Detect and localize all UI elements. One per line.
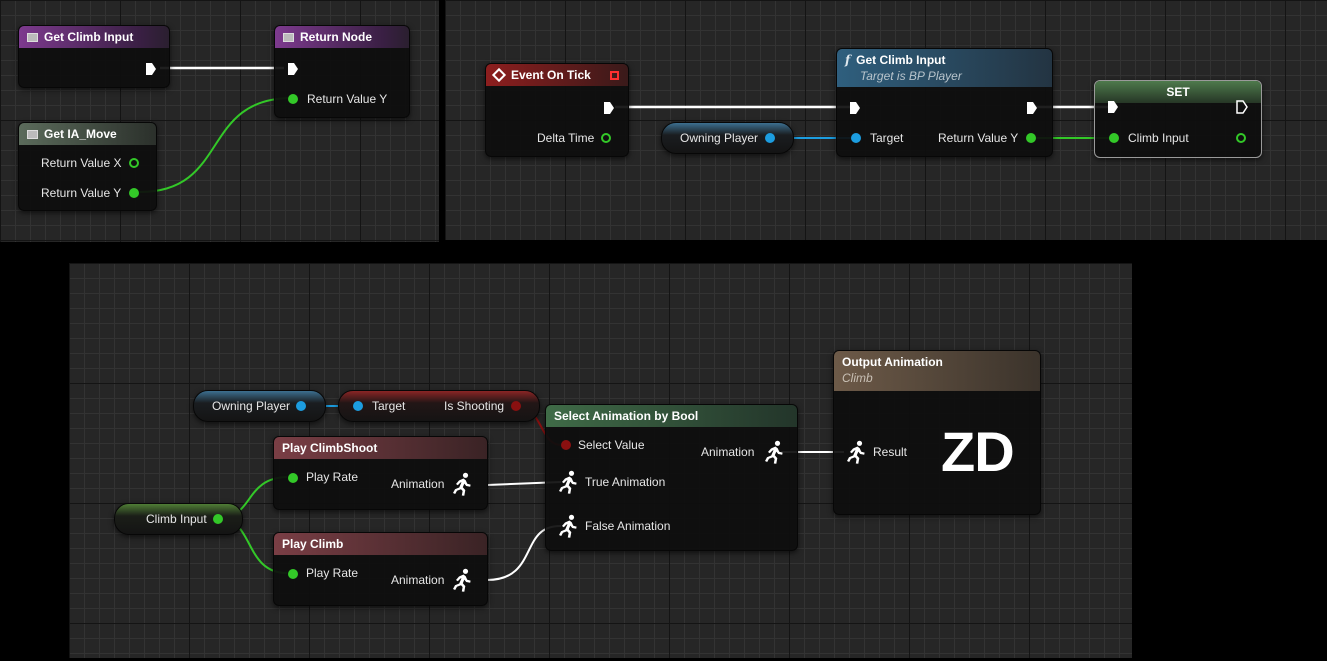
pin-label-false-animation: False Animation [585,519,671,533]
stop-icon [610,71,619,80]
climb-input-in-pin[interactable] [1109,133,1119,143]
false-animation-pin-icon[interactable] [556,513,580,539]
graph-panel-anim-graph[interactable]: Owning Player Target Is Shooting Play Cl… [69,263,1132,658]
node-title: Play ClimbShoot [282,441,378,455]
true-animation-pin-icon[interactable] [556,469,580,495]
node-title: Select Animation by Bool [554,409,699,423]
animation-pin-icon[interactable] [450,567,474,593]
node-title: Play Climb [282,537,344,551]
event-icon [491,67,507,83]
zd-logo: ZD [941,420,1015,483]
graph-panel-get-climb-input[interactable]: Get Climb Input Return Node Return Value… [0,0,439,242]
return-value-y-pin[interactable] [129,188,139,198]
exec-in-pin[interactable] [1107,100,1119,114]
node-get-ia-move[interactable]: Get IA_Move Return Value X Return Value … [18,122,157,211]
node-get-climb-input[interactable]: Get Climb Input [18,25,170,88]
node-title: Get IA_Move [44,127,117,141]
node-play-climb[interactable]: Play Climb Play Rate Animation [273,532,488,606]
is-shooting-pin[interactable] [511,401,521,411]
play-rate-pin[interactable] [288,569,298,579]
pin-label-climb-input: Climb Input [1128,131,1189,145]
node-subtitle: Target is BP Player [860,69,962,83]
return-value-y-pin[interactable] [288,94,298,104]
pin-label-is-shooting: Is Shooting [444,399,505,413]
return-value-y-pin[interactable] [1026,133,1036,143]
node-title: Get Climb Input [856,53,946,67]
variable-climb-input[interactable]: Climb Input [114,503,243,535]
pin-label-return-value-y: Return Value Y [307,92,388,106]
function-icon [27,33,38,42]
exec-out-pin[interactable] [145,62,157,76]
pin-label-animation: Animation [391,477,445,491]
exec-out-pin[interactable] [1026,101,1038,115]
target-pin[interactable] [851,133,861,143]
return-value-x-pin[interactable] [129,158,139,168]
result-animation-pin-icon[interactable] [844,439,868,465]
exec-out-pin[interactable] [1236,100,1248,114]
target-pin[interactable] [353,401,363,411]
node-title: Output Animation [842,355,943,369]
exec-in-pin[interactable] [849,101,861,115]
pin-label-target: Target [372,399,406,413]
climb-input-out-pin[interactable] [213,514,223,524]
pin-label-delta-time: Delta Time [537,131,595,145]
pin-label-play-rate: Play Rate [306,470,359,484]
pin-label-true-animation: True Animation [585,475,666,489]
select-value-pin[interactable] [561,440,571,450]
play-rate-pin[interactable] [288,473,298,483]
node-get-climb-input-target[interactable]: f Get Climb Input Target is BP Player Targ… [836,48,1053,157]
node-play-climbshoot[interactable]: Play ClimbShoot Play Rate Animation [273,436,488,510]
animation-pin-icon[interactable] [450,471,474,497]
pin-label-return-value-y: Return Value Y [938,131,1019,145]
node-get-is-shooting[interactable]: Target Is Shooting [338,390,540,422]
node-output-animation[interactable]: Output Animation Climb Result ZD [833,350,1041,515]
node-title: Get Climb Input [44,30,134,44]
animation-pin-icon[interactable] [762,439,786,465]
variable-label: Climb Input [146,512,207,526]
variable-label: Owning Player [680,131,759,145]
graph-panel-event-tick[interactable]: Event On Tick Delta Time Owning Player f… [445,0,1327,240]
function-icon [283,33,294,42]
variable-owning-player[interactable]: Owning Player [193,390,326,422]
delta-time-pin[interactable] [601,133,611,143]
function-icon [27,130,38,139]
pin-label-select-value: Select Value [578,438,645,452]
pin-label-return-value-y: Return Value Y [41,186,122,200]
exec-in-pin[interactable] [287,62,299,76]
variable-label: Owning Player [212,399,291,413]
pin-label-animation: Animation [391,573,445,587]
pin-label-play-rate: Play Rate [306,566,359,580]
pin-label-result: Result [873,445,908,459]
variable-owning-player[interactable]: Owning Player [661,122,794,154]
owning-player-out-pin[interactable] [765,133,775,143]
exec-out-pin[interactable] [603,101,615,115]
node-subtitle: Climb [842,371,873,385]
node-title: Return Node [300,30,372,44]
node-set-climb-input[interactable]: SET Climb Input [1094,80,1262,158]
node-event-on-tick[interactable]: Event On Tick Delta Time [485,63,629,157]
node-title: SET [1166,85,1190,99]
function-icon: f [845,53,851,67]
pin-label-return-value-x: Return Value X [41,156,122,170]
pin-label-target: Target [870,131,904,145]
pin-label-animation: Animation [701,445,755,459]
node-return-node[interactable]: Return Node Return Value Y [274,25,410,118]
climb-input-out-pin[interactable] [1236,133,1246,143]
owning-player-out-pin[interactable] [296,401,306,411]
node-select-animation-by-bool[interactable]: Select Animation by Bool Select Value An… [545,404,798,551]
node-title: Event On Tick [511,68,591,82]
